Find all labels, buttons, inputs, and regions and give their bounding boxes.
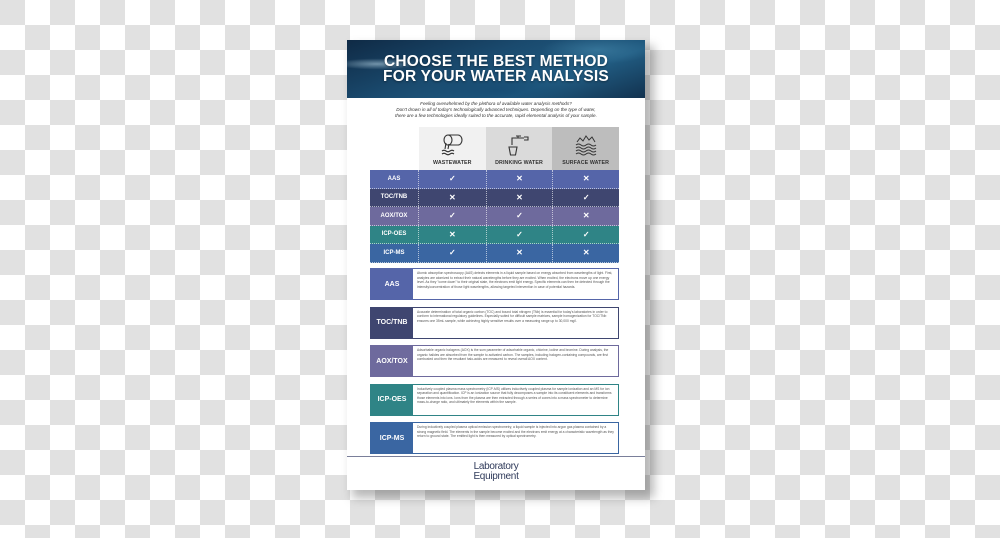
method-label: TOC/TNB bbox=[370, 188, 419, 206]
header-banner: CHOOSE THE BEST METHOD FOR YOUR WATER AN… bbox=[347, 40, 645, 98]
description-method-label: AOX/TOX bbox=[371, 346, 413, 376]
title-line-1: CHOOSE THE BEST METHOD bbox=[384, 53, 608, 70]
matrix-row: AOX/TOX ✓ ✓ ✕ bbox=[370, 207, 619, 226]
wastewater-pipe-icon bbox=[441, 134, 463, 156]
method-label: AOX/TOX bbox=[370, 207, 419, 225]
column-label: SURFACE WATER bbox=[562, 160, 610, 166]
cross-icon: ✕ bbox=[485, 244, 553, 262]
matrix-row: AAS ✓ ✕ ✕ bbox=[370, 170, 619, 189]
description-method-label: TOC/TNB bbox=[371, 307, 413, 338]
method-matrix: WASTEWATER DRINKING WATER SURFACE WATER … bbox=[370, 127, 619, 263]
faucet-glass-icon bbox=[508, 135, 529, 156]
method-description-card: AAS Atomic absorption spectroscopy (AAS) … bbox=[370, 268, 619, 300]
method-description-card: AOX/TOX Adsorbable organic halogens (AOX)… bbox=[370, 345, 619, 377]
check-icon: ✓ bbox=[448, 211, 456, 221]
intro-text: Feeling overwhelmed by the plethora of a… bbox=[357, 101, 635, 119]
description-method-label: ICP-MS bbox=[371, 423, 413, 453]
laboratory-equipment-logo: Laboratory Equipment bbox=[347, 462, 645, 482]
method-label: AAS bbox=[370, 170, 419, 188]
description-text: During inductively coupled plasma optica… bbox=[417, 425, 614, 439]
logo-line-2: Equipment bbox=[473, 471, 519, 482]
description-text: Accurate determination of total organic … bbox=[417, 309, 608, 323]
method-description-card: TOC/TNB Accurate determination of total o… bbox=[370, 306, 619, 339]
cross-icon: ✕ bbox=[552, 244, 619, 262]
cross-icon: ✕ bbox=[552, 207, 619, 225]
column-label: WASTEWATER bbox=[433, 160, 472, 166]
column-drinking-water: DRINKING WATER bbox=[485, 127, 553, 170]
matrix-row: TOC/TNB ✕ ✕ ✓ bbox=[370, 188, 619, 207]
column-label: DRINKING WATER bbox=[495, 160, 543, 166]
check-icon: ✓ bbox=[552, 188, 619, 206]
cross-icon: ✕ bbox=[448, 192, 456, 202]
matrix-body: AAS ✓ ✕ ✕ TOC/TNB ✕ ✕ ✓ AOX/TOX ✓ ✓ ✕ ICP-OES ✕ ✓ ✓ ICP-… bbox=[370, 170, 619, 263]
matrix-row: ICP-MS ✓ ✕ ✕ bbox=[370, 244, 619, 263]
description-method-label: AAS bbox=[371, 269, 413, 299]
method-description-card: ICP-MS During inductively coupled plasma … bbox=[370, 422, 619, 454]
method-label: ICP-OES bbox=[370, 225, 419, 243]
title-line-2: FOR YOUR WATER ANALYSIS bbox=[383, 68, 609, 85]
check-icon: ✓ bbox=[485, 225, 553, 243]
matrix-header: WASTEWATER DRINKING WATER SURFACE WATER bbox=[370, 127, 619, 170]
cross-icon: ✕ bbox=[485, 170, 553, 188]
cross-icon: ✕ bbox=[485, 188, 553, 206]
check-icon: ✓ bbox=[448, 248, 456, 258]
description-text: Adsorbable organic halogens (AOX) is the… bbox=[417, 348, 609, 362]
waves-icon bbox=[575, 135, 596, 156]
check-icon: ✓ bbox=[448, 174, 456, 184]
method-label: ICP-MS bbox=[370, 244, 419, 262]
cross-icon: ✕ bbox=[552, 170, 619, 188]
check-icon: ✓ bbox=[485, 207, 553, 225]
footer-divider bbox=[347, 456, 645, 457]
column-surface-water: SURFACE WATER bbox=[552, 127, 619, 170]
description-text: Atomic absorption spectroscopy (AAS) det… bbox=[417, 271, 613, 289]
cross-icon: ✕ bbox=[448, 229, 456, 239]
column-wastewater: WASTEWATER bbox=[418, 127, 486, 170]
matrix-row: ICP-OES ✕ ✓ ✓ bbox=[370, 225, 619, 244]
description-text: Inductively coupled plasma mass spectrom… bbox=[417, 386, 612, 405]
infographic-page: CHOOSE THE BEST METHOD FOR YOUR WATER AN… bbox=[347, 40, 645, 490]
method-descriptions: AAS Atomic absorption spectroscopy (AAS) … bbox=[370, 268, 619, 461]
page-title: CHOOSE THE BEST METHOD FOR YOUR WATER AN… bbox=[347, 53, 645, 85]
check-icon: ✓ bbox=[552, 225, 619, 243]
intro-line: there are a few technologies ideally sui… bbox=[395, 113, 597, 118]
description-method-label: ICP-OES bbox=[371, 384, 413, 415]
method-description-card: ICP-OES Inductively coupled plasma mass s… bbox=[370, 383, 619, 416]
